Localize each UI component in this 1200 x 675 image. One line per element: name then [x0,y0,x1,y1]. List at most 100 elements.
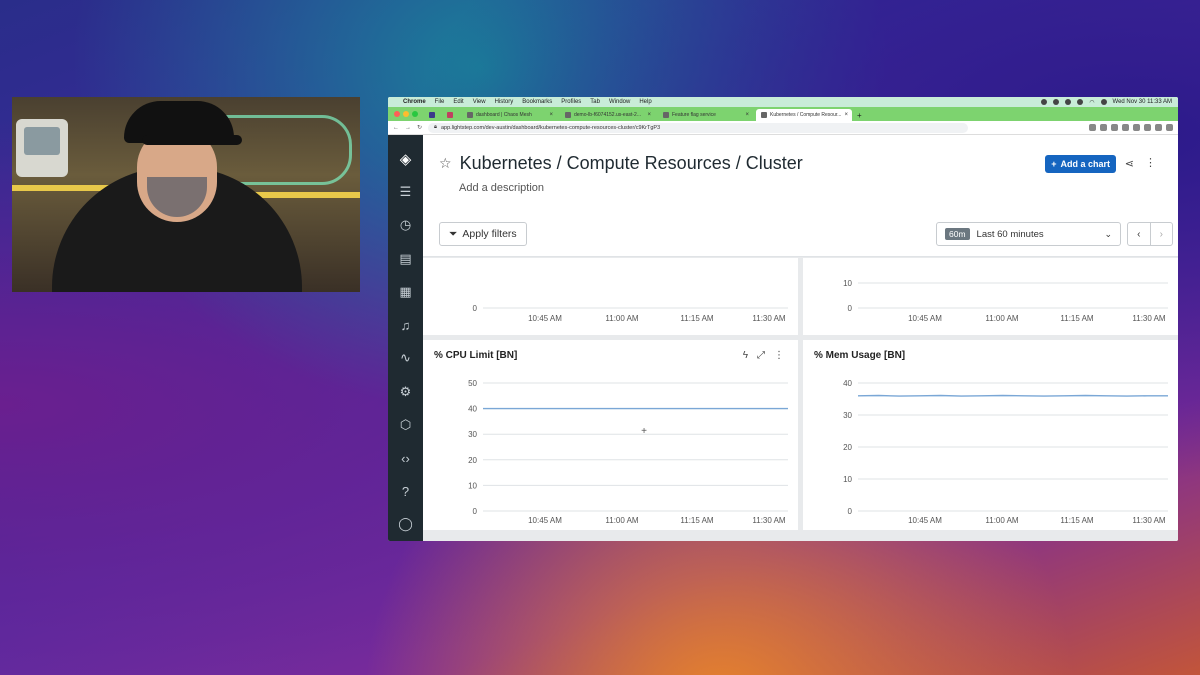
retro-computer [16,119,68,177]
menu-tab[interactable]: Tab [590,99,600,105]
minimize-window-button[interactable] [403,111,409,117]
chart-cpu-limit: 0 10 20 30 40 50 10:45 AM 11:00 AM 11:15 AM 11:30… [468,379,788,525]
y-tick-label: 10 [843,279,852,288]
apply-filters-button[interactable]: ⏷ Apply filters [439,222,527,246]
more-vertical-icon[interactable]: ⋮ [774,350,784,361]
mac-menubar: Chrome File Edit View History Bookmarks … [388,97,1178,107]
bell-icon[interactable]: ♫ [388,309,423,342]
close-window-button[interactable] [394,111,400,117]
help-icon[interactable]: ? [388,475,423,508]
star-icon[interactable]: ☆ [439,155,452,172]
browser-tab-active[interactable]: Kubernetes / Compute Resour... × [756,109,852,121]
tab-label: Feature flag service [672,112,716,118]
close-tab-icon[interactable]: × [844,112,848,118]
more-vertical-icon[interactable]: ⋮ [1145,156,1156,169]
time-range-badge: 60m [945,228,970,240]
filter-icon: ⏷ [449,227,458,240]
menu-view[interactable]: View [473,99,486,105]
menu-profiles[interactable]: Profiles [561,99,581,105]
browser-tab[interactable]: dashboard | Chaos Mesh × [462,109,558,121]
extension-icon[interactable] [1166,124,1173,131]
menubar-clock[interactable]: Wed Nov 30 11:33 AM [1113,99,1172,105]
x-tick-label: 10:45 AM [908,516,942,525]
maximize-window-button[interactable] [412,111,418,117]
cube-icon[interactable]: ⬡ [388,408,423,441]
x-tick-label: 11:00 AM [605,516,639,525]
browser-tab[interactable]: Feature flag service × [658,109,754,121]
expand-icon[interactable]: ⤢ [757,350,765,361]
extension-icon[interactable] [1133,124,1140,131]
user-icon[interactable]: ◯ [388,508,423,541]
y-tick-label: 20 [843,443,852,452]
tab-favicon [467,112,473,118]
y-tick-label: 20 [468,456,477,465]
close-tab-icon[interactable]: × [745,112,749,118]
apply-filters-label: Apply filters [462,228,517,240]
y-tick-label: 0 [473,507,478,516]
gear-icon[interactable]: ⚙ [388,375,423,408]
y-tick-label: 40 [843,379,852,388]
menu-history[interactable]: History [495,99,514,105]
status-icon[interactable] [1065,99,1072,105]
code-icon[interactable]: ‹› [388,441,423,474]
address-bar[interactable]: 🔒︎ app.lightstep.com/dev-austin/dashboar… [428,122,969,133]
panel-tools: ϟ ⤢ ⋮ [743,350,784,361]
menu-bookmarks[interactable]: Bookmarks [522,99,552,105]
menu-help[interactable]: Help [639,99,651,105]
y-tick-label: 0 [848,507,853,516]
browser-tab[interactable]: demo-lb-f6074152.us-east-2... × [560,109,656,121]
dashboard-header: ☆ Kubernetes / Compute Resources / Clust… [423,135,1178,257]
lightstep-logo-icon[interactable]: ◈ [388,143,423,176]
chart-top-left: 0 10:45 AM 11:00 AM 11:15 AM 11:30 AM [473,304,788,323]
webcam-feed [12,97,360,292]
panel-title: % Mem Usage [BN] [814,350,906,361]
status-icon[interactable] [1053,99,1060,105]
new-tab-button[interactable]: + [854,109,865,121]
share-icon[interactable]: ⋖ [1125,157,1134,170]
lock-icon: 🔒︎ [434,124,437,130]
time-range-label: Last 60 minutes [976,228,1044,240]
y-tick-label: 0 [473,304,478,313]
crosshair-cursor-icon: + [641,426,647,437]
add-chart-button[interactable]: + Add a chart [1045,155,1116,173]
reload-icon[interactable]: ↻ [417,124,422,131]
lightning-icon[interactable]: ϟ [743,350,748,361]
panel-title: % CPU Limit [BN] [434,350,518,361]
menu-window[interactable]: Window [609,99,630,105]
extension-icon[interactable] [1155,124,1162,131]
chevron-left-icon[interactable]: ‹ [1128,223,1150,245]
status-icon[interactable] [1077,99,1084,105]
x-tick-label: 11:30 AM [752,516,786,525]
pulse-icon[interactable]: ∿ [388,342,423,375]
add-description-field[interactable]: Add a description [459,182,544,194]
extension-icon[interactable] [1089,124,1096,131]
dashboard-grid-icon[interactable]: ▦ [388,275,423,308]
close-tab-icon[interactable]: × [647,112,651,118]
extension-icon[interactable] [1122,124,1129,131]
close-tab-icon[interactable]: × [549,112,553,118]
x-tick-label: 10:45 AM [528,314,562,323]
pinned-tab[interactable] [444,109,460,121]
menu-edit[interactable]: Edit [453,99,463,105]
back-icon[interactable]: ← [393,125,399,131]
clock-icon[interactable]: ◷ [388,209,423,242]
x-tick-label: 11:15 AM [1060,516,1094,525]
battery-icon[interactable] [1100,99,1107,105]
menu-file[interactable]: File [435,99,445,105]
chevron-right-icon[interactable]: › [1149,223,1173,245]
y-tick-label: 30 [468,430,477,439]
extension-icon[interactable] [1100,124,1107,131]
status-icon[interactable] [1041,99,1048,105]
y-tick-label: 50 [468,379,477,388]
document-icon[interactable]: ▤ [388,242,423,275]
forward-icon[interactable]: → [405,125,411,131]
menu-app-name[interactable]: Chrome [403,99,426,105]
x-tick-label: 10:45 AM [908,314,942,323]
extension-icon[interactable] [1144,124,1151,131]
chart-panel-top-right: 0 10 10:45 AM 11:00 AM 11:15 AM 11:30 AM [803,258,1178,335]
extension-icon[interactable] [1111,124,1118,131]
wifi-icon[interactable]: ◠ [1089,99,1094,106]
time-range-select[interactable]: 60m Last 60 minutes ⌄ [936,222,1121,246]
pinned-tab[interactable] [426,109,442,121]
list-icon[interactable]: ☰ [388,176,423,209]
